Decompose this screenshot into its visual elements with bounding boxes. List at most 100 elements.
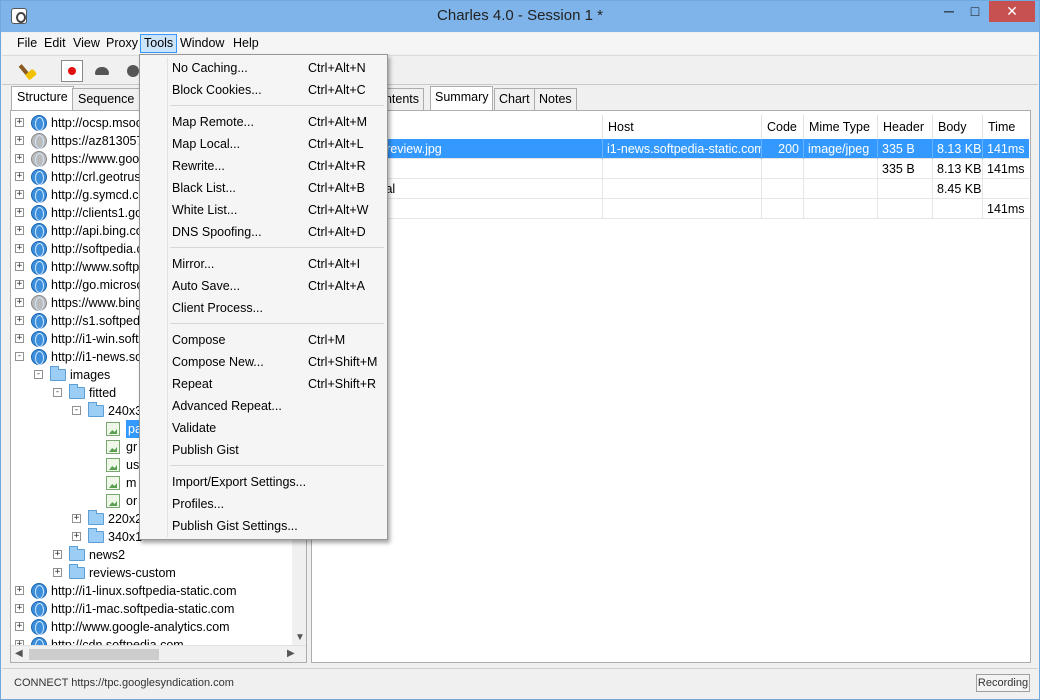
table-row[interactable]: 141ms <box>312 199 1029 219</box>
menu-item-mirror[interactable]: Mirror... Ctrl+Alt+I <box>142 253 385 275</box>
expand-icon[interactable]: + <box>15 280 24 289</box>
table-row[interactable]: -review.jpg i1-news.softpedia-static.com 2… <box>312 139 1029 159</box>
tree-node[interactable]: + http://i1-mac.softpedia-static.com <box>11 600 291 618</box>
col-header-code[interactable]: Code <box>761 115 803 139</box>
expand-icon[interactable]: + <box>15 316 24 325</box>
menu-item-publish-gist[interactable]: Publish Gist <box>142 439 385 461</box>
tab-sequence[interactable]: Sequence <box>72 88 141 110</box>
cell-mime <box>803 159 877 179</box>
globe-icon <box>31 583 47 599</box>
menu-item-dns-spoofing[interactable]: DNS Spoofing... Ctrl+Alt+D <box>142 221 385 243</box>
expand-icon[interactable]: + <box>15 244 24 253</box>
globe-icon <box>31 169 47 185</box>
menu-item-map-remote[interactable]: Map Remote... Ctrl+Alt+M <box>142 111 385 133</box>
tree-horizontal-scrollbar[interactable]: ◀ ▶ <box>11 645 306 662</box>
menu-item-label: Mirror... <box>172 257 215 271</box>
menu-item-repeat[interactable]: Repeat Ctrl+Shift+R <box>142 373 385 395</box>
close-button[interactable]: ✕ <box>989 1 1035 22</box>
expand-icon[interactable]: + <box>15 334 24 343</box>
expand-icon[interactable]: + <box>15 622 24 631</box>
tree-node[interactable]: + reviews-custom <box>11 564 291 582</box>
menu-item-black-list[interactable]: Black List... Ctrl+Alt+B <box>142 177 385 199</box>
minimize-button[interactable]: ─ <box>936 1 962 22</box>
collapse-icon[interactable]: - <box>15 352 24 361</box>
menu-item-client-process[interactable]: Client Process... <box>142 297 385 319</box>
expand-icon[interactable]: + <box>15 136 24 145</box>
scroll-left-icon[interactable]: ◀ <box>15 648 23 659</box>
menu-item-rewrite[interactable]: Rewrite... Ctrl+Alt+R <box>142 155 385 177</box>
col-header-header[interactable]: Header <box>877 115 932 139</box>
tree-node[interactable]: + http://www.google-analytics.com <box>11 618 291 636</box>
tab-structure[interactable]: Structure <box>11 86 74 110</box>
record-icon[interactable] <box>61 60 83 82</box>
collapse-icon[interactable]: - <box>53 388 62 397</box>
globe-icon <box>31 205 47 221</box>
expand-icon[interactable]: + <box>15 172 24 181</box>
expand-icon[interactable]: + <box>15 262 24 271</box>
expand-icon[interactable]: + <box>15 118 24 127</box>
expand-icon[interactable]: + <box>15 586 24 595</box>
col-header-host[interactable]: Host <box>602 115 761 139</box>
cell-host <box>602 199 761 219</box>
menu-item-validate[interactable]: Validate <box>142 417 385 439</box>
menu-item-compose-new[interactable]: Compose New... Ctrl+Shift+M <box>142 351 385 373</box>
scroll-thumb[interactable] <box>29 649 159 660</box>
expand-icon[interactable]: + <box>15 208 24 217</box>
menu-item-profiles[interactable]: Profiles... <box>142 493 385 515</box>
tree-node[interactable]: + news2 <box>11 546 291 564</box>
tree-node-label: images <box>70 368 111 382</box>
table-row[interactable]: 335 B 8.13 KB 141ms <box>312 159 1029 179</box>
expand-icon[interactable]: + <box>15 154 24 163</box>
tree-node[interactable]: + http://i1-linux.softpedia-static.com <box>11 582 291 600</box>
menu-separator <box>170 247 384 248</box>
scroll-right-icon[interactable]: ▶ <box>287 648 295 659</box>
recording-indicator[interactable]: Recording <box>976 674 1030 692</box>
expand-icon[interactable]: + <box>15 226 24 235</box>
maximize-button[interactable]: □ <box>962 1 988 22</box>
col-header-mime-type[interactable]: Mime Type <box>803 115 877 139</box>
menu-tools[interactable]: Tools <box>140 34 178 53</box>
menu-item-advanced-repeat[interactable]: Advanced Repeat... <box>142 395 385 417</box>
expand-icon[interactable]: + <box>15 298 24 307</box>
scroll-down-icon[interactable]: ▼ <box>295 632 305 643</box>
col-header-time[interactable]: Time <box>982 115 1029 139</box>
menu-file[interactable]: File <box>14 34 40 53</box>
menu-edit[interactable]: Edit <box>41 34 69 53</box>
menu-help[interactable]: Help <box>230 34 262 53</box>
collapse-icon[interactable]: - <box>34 370 43 379</box>
tree-node-label: m <box>126 476 137 490</box>
title-bar[interactable]: Charles 4.0 - Session 1 * ─ □ ✕ <box>1 1 1039 32</box>
globe-icon <box>31 259 47 275</box>
menu-item-label: DNS Spoofing... <box>172 225 262 239</box>
tab-notes[interactable]: Notes <box>534 88 577 110</box>
expand-icon[interactable]: + <box>15 604 24 613</box>
menu-item-shortcut: Ctrl+Alt+D <box>308 225 366 239</box>
menu-item-label: Profiles... <box>172 497 225 511</box>
expand-icon[interactable]: + <box>15 190 24 199</box>
collapse-icon[interactable]: - <box>72 406 81 415</box>
table-row[interactable]: tal 8.45 KB <box>312 179 1029 199</box>
cell-body <box>932 199 982 219</box>
menu-item-publish-gist-settings[interactable]: Publish Gist Settings... <box>142 515 385 537</box>
menu-item-shortcut: Ctrl+Alt+A <box>308 279 365 293</box>
menu-item-white-list[interactable]: White List... Ctrl+Alt+W <box>142 199 385 221</box>
menu-view[interactable]: View <box>70 34 103 53</box>
broom-icon[interactable] <box>18 60 40 82</box>
menu-item-import-export-settings[interactable]: Import/Export Settings... <box>142 471 385 493</box>
menu-item-map-local[interactable]: Map Local... Ctrl+Alt+L <box>142 133 385 155</box>
menu-item-no-caching[interactable]: No Caching... Ctrl+Alt+N <box>142 57 385 79</box>
expand-icon[interactable]: + <box>72 514 81 523</box>
col-header-body[interactable]: Body <box>932 115 982 139</box>
image-file-icon <box>106 440 120 454</box>
tab-chart[interactable]: Chart <box>494 88 535 110</box>
menu-proxy[interactable]: Proxy <box>103 34 141 53</box>
tab-summary[interactable]: Summary <box>430 86 494 110</box>
expand-icon[interactable]: + <box>53 550 62 559</box>
menu-window[interactable]: Window <box>177 34 227 53</box>
expand-icon[interactable]: + <box>53 568 62 577</box>
throttle-turtle-icon[interactable] <box>92 60 114 82</box>
menu-item-auto-save[interactable]: Auto Save... Ctrl+Alt+A <box>142 275 385 297</box>
expand-icon[interactable]: + <box>72 532 81 541</box>
menu-item-block-cookies[interactable]: Block Cookies... Ctrl+Alt+C <box>142 79 385 101</box>
menu-item-compose[interactable]: Compose Ctrl+M <box>142 329 385 351</box>
